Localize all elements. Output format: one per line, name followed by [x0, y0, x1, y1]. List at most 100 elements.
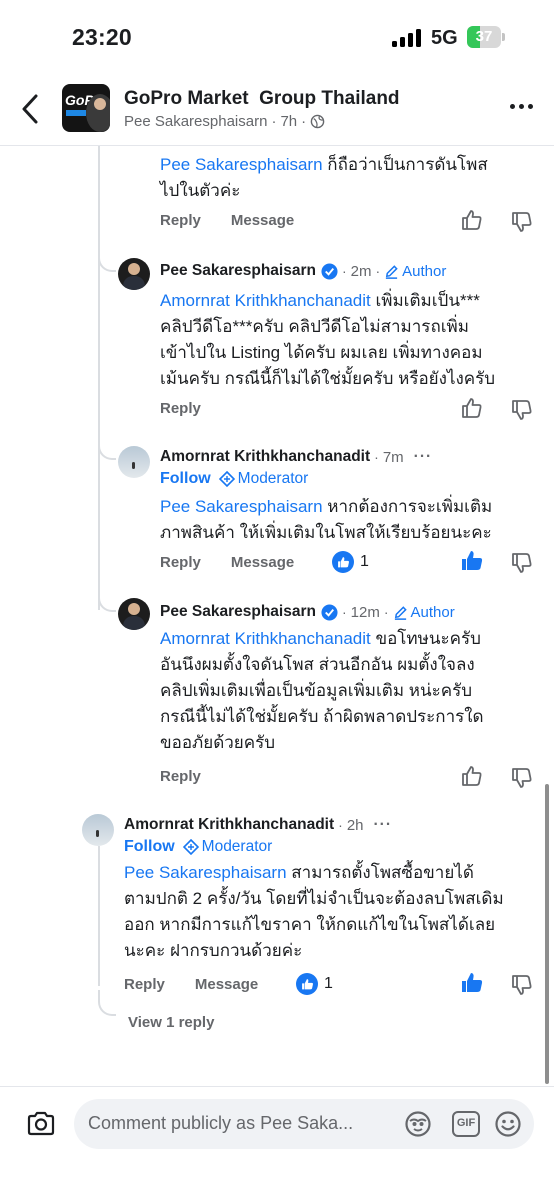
status-time: 23:20: [72, 24, 132, 50]
comment-input[interactable]: [88, 1113, 388, 1134]
avatar[interactable]: [82, 814, 114, 846]
downvote-icon[interactable]: [510, 210, 534, 234]
message-button[interactable]: Message: [195, 976, 258, 993]
message-button[interactable]: Message: [231, 554, 294, 571]
status-bar: 23:20 5G 37: [0, 0, 554, 76]
comment-more-button[interactable]: ···: [414, 448, 433, 466]
comment-actions: Reply: [160, 768, 201, 785]
thread-line: [98, 146, 100, 610]
moderator-badge: Moderator: [218, 470, 308, 488]
post-age: 7h: [280, 113, 298, 130]
like-count[interactable]: 1: [296, 973, 333, 995]
avatar[interactable]: [118, 258, 150, 290]
comment-subheader: Follow Moderator: [124, 838, 272, 856]
comment-time: 7m: [382, 448, 404, 466]
moderator-badge: Moderator: [182, 838, 272, 856]
poster-name[interactable]: Pee Sakaresphaisarn: [124, 113, 267, 130]
comment-text: Pee Sakaresphaisarn ก็ถือว่าเป็นการดันโพ…: [160, 155, 488, 200]
message-button[interactable]: Message: [231, 212, 294, 229]
group-name[interactable]: GoPro Market Group Thailand: [124, 88, 400, 110]
pencil-icon: [394, 605, 407, 620]
camera-icon[interactable]: [26, 1109, 56, 1139]
comment-time: 2h: [346, 816, 364, 834]
comment-actions: Reply Message: [160, 212, 294, 229]
comment-time: 12m: [350, 603, 380, 621]
comment-more-button[interactable]: ···: [374, 816, 393, 834]
mention-link[interactable]: Pee Sakaresphaisarn: [160, 155, 323, 174]
like-count[interactable]: 1: [332, 551, 369, 573]
post-meta: Pee Sakaresphaisarn · 7h ·: [124, 113, 325, 130]
author-name[interactable]: Amornrat Krithkhanchanadit: [160, 448, 370, 466]
battery-icon: 37: [467, 26, 505, 48]
upvote-icon[interactable]: [460, 396, 484, 420]
comment-actions: Reply Message: [160, 554, 294, 571]
author-badge: Author: [384, 263, 446, 280]
post-header: GoPro GoPro Market Group Thailand Pee Sa…: [0, 76, 554, 146]
reply-button[interactable]: Reply: [124, 976, 165, 993]
comment-text: Pee Sakaresphaisarn หากต้องการจะเพิ่มเติ…: [160, 497, 493, 542]
thread-connector: [98, 252, 116, 272]
verified-badge-icon: [321, 603, 338, 621]
view-replies-link[interactable]: View 1 reply: [128, 1014, 214, 1031]
avatar-sticker-icon[interactable]: [404, 1110, 432, 1138]
comment-box[interactable]: GIF: [74, 1099, 534, 1149]
mention-link[interactable]: Amornrat Krithkhanchanadit: [160, 629, 371, 648]
mention-link[interactable]: Pee Sakaresphaisarn: [160, 497, 323, 516]
follow-button[interactable]: Follow: [124, 838, 175, 856]
thread-connector: [98, 990, 116, 1016]
upvote-icon-active[interactable]: [460, 971, 484, 995]
globe-icon: [310, 114, 325, 129]
reply-button[interactable]: Reply: [160, 554, 201, 571]
comment-text: Amornrat Krithkhanchanadit เพิ่มเติมเป็น…: [160, 291, 496, 388]
like-reaction-icon: [332, 551, 354, 573]
pencil-icon: [386, 264, 398, 279]
upvote-icon[interactable]: [460, 764, 484, 788]
more-options-button[interactable]: [510, 104, 533, 109]
scrollbar[interactable]: [545, 784, 549, 1084]
avatar[interactable]: [118, 598, 150, 630]
poster-avatar: [86, 94, 110, 132]
follow-button[interactable]: Follow: [160, 470, 211, 488]
moderator-icon: [182, 839, 199, 855]
author-name[interactable]: Pee Sakaresphaisarn: [160, 262, 316, 280]
thread-connector: [98, 440, 116, 460]
thread-connector: [98, 592, 116, 612]
comment-actions: Reply Message: [124, 976, 258, 993]
mention-link[interactable]: Amornrat Krithkhanchanadit: [160, 291, 371, 310]
gif-icon[interactable]: GIF: [452, 1111, 480, 1137]
mention-link[interactable]: Pee Sakaresphaisarn: [124, 863, 287, 882]
like-reaction-icon: [296, 973, 318, 995]
thread-line: [98, 846, 100, 986]
author-badge: Author: [393, 604, 455, 621]
upvote-icon[interactable]: [460, 208, 484, 232]
reply-button[interactable]: Reply: [160, 212, 201, 229]
comment-composer: GIF: [0, 1086, 554, 1200]
back-button[interactable]: [18, 92, 46, 126]
reply-button[interactable]: Reply: [160, 400, 201, 417]
battery-level: 37: [475, 28, 493, 45]
chevron-left-icon: [22, 94, 38, 124]
downvote-icon[interactable]: [510, 766, 534, 790]
verified-badge-icon: [321, 262, 338, 280]
signal-icon: [392, 29, 422, 47]
network-type: 5G: [431, 27, 458, 49]
comment-subheader: Follow Moderator: [160, 470, 308, 488]
moderator-icon: [218, 471, 235, 487]
reply-button[interactable]: Reply: [160, 768, 201, 785]
downvote-icon[interactable]: [510, 398, 534, 422]
downvote-icon[interactable]: [510, 973, 534, 997]
downvote-icon[interactable]: [510, 551, 534, 575]
emoji-icon[interactable]: [494, 1110, 522, 1138]
comment-text: Amornrat Krithkhanchanadit ขอโทษนะครับ อ…: [160, 629, 484, 752]
group-avatar[interactable]: GoPro: [62, 84, 110, 132]
comment-actions: Reply: [160, 400, 201, 417]
author-name[interactable]: Amornrat Krithkhanchanadit: [124, 816, 334, 834]
comment-header: Amornrat Krithkhanchanadit · 2h ···: [124, 816, 392, 834]
comment-header: Pee Sakaresphaisarn · 2m · Author: [160, 262, 447, 280]
avatar[interactable]: [118, 446, 150, 478]
comment-header: Amornrat Krithkhanchanadit · 7m ···: [160, 448, 433, 466]
comment-time: 2m: [350, 262, 372, 280]
author-name[interactable]: Pee Sakaresphaisarn: [160, 603, 316, 621]
comment-header: Pee Sakaresphaisarn · 12m · Author: [160, 603, 455, 621]
upvote-icon-active[interactable]: [460, 549, 484, 573]
